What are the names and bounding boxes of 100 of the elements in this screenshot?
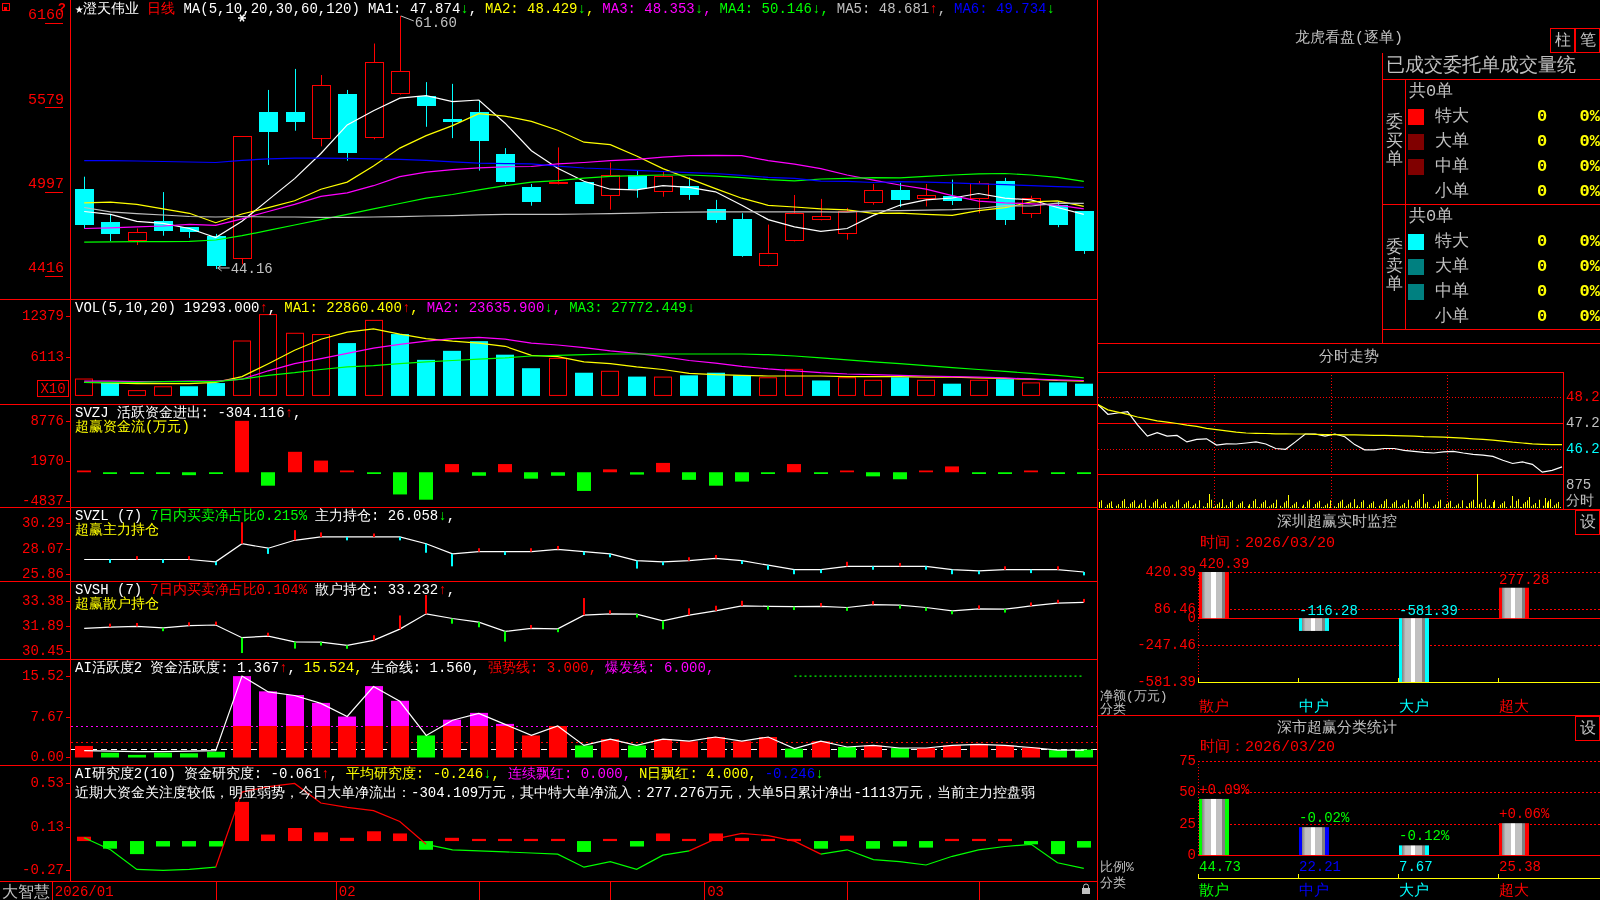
axis-label: 6113 [30, 348, 64, 365]
separator: , [748, 767, 757, 781]
category-label: 中户 [1299, 883, 1329, 900]
order-share: 0% [1578, 181, 1600, 202]
axis-label: 25.86 [22, 565, 64, 581]
candlestick [417, 81, 436, 128]
candlestick [207, 233, 226, 270]
candlestick [733, 212, 752, 258]
axis-label: 47.2 [1566, 415, 1600, 431]
legend-text: VOL(5,10,20) [75, 301, 176, 315]
order-share: 0% [1578, 306, 1600, 327]
price-annotation: 61.60 [414, 14, 457, 31]
axis-label: 0.00 [30, 749, 64, 765]
leader-line [400, 15, 415, 22]
candlestick [943, 179, 962, 206]
order-total: 共0单 [1409, 82, 1454, 101]
separator: , [703, 2, 712, 16]
axis-label: 875 [1566, 477, 1592, 493]
candlestick [101, 213, 120, 242]
axis-label: 8776 [30, 413, 64, 429]
candlestick [759, 224, 778, 267]
side-label: 委卖单 [1385, 238, 1403, 296]
axis-label: 28.07 [22, 540, 64, 557]
value-label: 25.38 [1499, 859, 1541, 875]
category-label: 超大 [1499, 699, 1529, 715]
unit-label: X10 [37, 380, 69, 397]
settings-button[interactable]: 设 [1575, 716, 1600, 741]
candlestick [286, 68, 305, 132]
order-size-label: 小单 [1435, 181, 1470, 202]
candlestick [680, 176, 699, 201]
order-count: 0 [1535, 231, 1549, 252]
stats-heading: 已成交委托单成交量统 [1386, 55, 1576, 77]
date-label: 02 [338, 884, 356, 900]
value-label: 7.67 [1399, 859, 1433, 875]
trend-arrow: ↓ [815, 767, 824, 781]
axis-label: 1970 [30, 452, 64, 469]
brand-name: 大智慧 [2, 884, 50, 900]
legend-text: MA(5,10,20,30,60,120) [183, 2, 360, 16]
candlestick [838, 207, 857, 241]
axis-label: 0.13 [30, 818, 64, 835]
order-count: 0 [1535, 106, 1549, 127]
order-share: 0% [1578, 281, 1600, 302]
axis-label: 15.52 [22, 668, 64, 684]
settings-button[interactable]: 设 [1575, 510, 1600, 535]
legend-text: 资金研究度: -0.061 [183, 767, 322, 781]
legend-text: 生命线: 1.560 [370, 661, 472, 675]
indicator-title: 超赢散户持仓 [75, 596, 159, 612]
separator: , [293, 406, 302, 420]
value-label: 22.21 [1299, 859, 1341, 875]
legend-text: 散户持仓: 33.232 [315, 583, 439, 597]
legend-text: AI研究度2(10) [75, 767, 176, 781]
legend-text: MA4: 50.146 [719, 2, 812, 16]
view-toggle-button[interactable]: 笔 [1575, 28, 1600, 53]
trend-arrow: ↓ [544, 301, 553, 315]
order-count: 0 [1535, 181, 1549, 202]
separator: , [329, 767, 338, 781]
value-label: 277.28 [1499, 571, 1550, 588]
axis-label: 25 [1179, 815, 1196, 832]
trend-arrow: ↓ [686, 301, 696, 315]
order-count: 0 [1535, 306, 1549, 327]
square-icon [2, 3, 10, 11]
order-size-label: 特大 [1435, 231, 1470, 252]
order-count: 0 [1535, 156, 1549, 177]
legend-text: MA2: 48.429 [485, 2, 578, 16]
legend-text: 主力持仓: 26.058 [315, 509, 439, 523]
order-count: 0 [1535, 281, 1549, 302]
trend-arrow: ↓ [1046, 2, 1055, 16]
trend-arrow: ↑ [401, 301, 411, 315]
panel-title: 龙虎看盘(逐单) [1295, 30, 1403, 48]
order-size-label: 大单 [1435, 131, 1470, 152]
axis-label: 31.89 [22, 618, 64, 635]
candlestick [970, 180, 989, 214]
separator: , [585, 2, 595, 16]
legend-text: SVSH (7) [75, 583, 143, 597]
separator: , [287, 661, 296, 675]
change-label: -0.02% [1299, 810, 1350, 827]
legend-text: 7日内买卖净占比0.104% [150, 583, 308, 597]
chart-label: 分时 [1566, 493, 1594, 509]
order-share: 0% [1578, 231, 1600, 252]
separator: , [446, 509, 456, 523]
order-share: 0% [1578, 106, 1600, 127]
axis-label: 30.45 [22, 643, 64, 659]
legend-text: -0.246 [764, 767, 816, 781]
category-label: 大户 [1399, 699, 1429, 715]
section-title: 深市超赢分类统计 [1276, 720, 1397, 737]
candlestick [917, 183, 936, 207]
trend-arrow: ↓ [812, 2, 821, 16]
view-toggle-button[interactable]: 柱 [1550, 28, 1575, 53]
timestamp: 时间：2026/03/20 [1200, 739, 1335, 756]
trend-arrow: ↑ [321, 767, 330, 781]
value-label: 420.39 [1199, 556, 1250, 572]
legend-text: AI活跃度2 [75, 661, 143, 675]
separator: , [622, 767, 632, 781]
category-label: 超大 [1499, 883, 1529, 900]
legend-text: ★澄天伟业 [75, 2, 140, 16]
axis-label: 12379 [22, 308, 64, 325]
axis-label: 4997 [28, 176, 64, 194]
legend-text: MA3: 27772.449 [569, 301, 687, 315]
candlestick [575, 181, 594, 205]
trend-arrow: ↓ [438, 509, 447, 523]
